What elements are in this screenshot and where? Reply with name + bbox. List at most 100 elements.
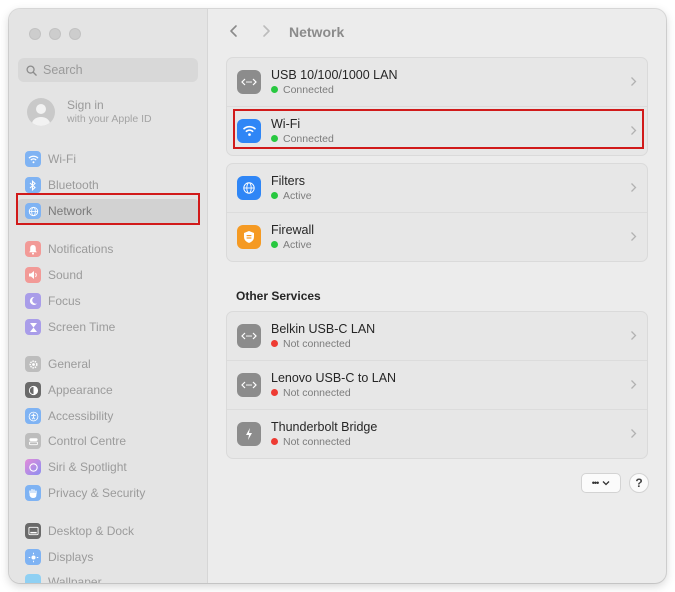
help-button[interactable]: ? — [629, 473, 649, 493]
wifi-icon — [25, 151, 41, 167]
sidebar-item-focus[interactable]: Focus — [17, 289, 199, 313]
service-status: Not connected — [283, 337, 351, 350]
appearance-icon — [25, 382, 41, 398]
sidebar-item-label: Displays — [48, 550, 94, 564]
service-status: Connected — [283, 132, 334, 145]
sidebar-item-bluetooth[interactable]: Bluetooth — [17, 173, 199, 197]
service-row-usb-lan[interactable]: USB 10/100/1000 LAN Connected — [227, 58, 647, 106]
sidebar-item-general[interactable]: General — [17, 352, 199, 376]
firewall-icon — [237, 225, 261, 249]
wifi-icon — [237, 119, 261, 143]
sidebar-item-appearance[interactable]: Appearance — [17, 378, 199, 402]
signin-subtitle: with your Apple ID — [67, 113, 152, 125]
firewall-row[interactable]: Firewall Active — [227, 212, 647, 261]
more-actions-button[interactable]: ••• — [581, 473, 621, 493]
filters-row[interactable]: Filters Active — [227, 164, 647, 212]
wallpaper-icon — [25, 574, 41, 583]
sidebar-item-desktop-dock[interactable]: Desktop & Dock — [17, 519, 199, 543]
chevron-right-icon — [631, 126, 637, 135]
filters-name: Filters — [271, 173, 306, 188]
control-centre-icon — [25, 433, 41, 449]
chevron-right-icon — [631, 183, 637, 192]
sidebar-item-screen-time[interactable]: Screen Time — [17, 315, 199, 339]
sidebar-item-label: Desktop & Dock — [48, 524, 135, 538]
status-dot-green — [271, 135, 278, 142]
bell-icon — [25, 241, 41, 257]
chevron-right-icon — [631, 429, 637, 438]
filters-icon — [237, 176, 261, 200]
page-title: Network — [289, 24, 345, 40]
zoom-button[interactable] — [69, 28, 81, 40]
status-dot-green — [271, 241, 278, 248]
sidebar-item-label: Bluetooth — [48, 178, 99, 192]
sidebar-item-wallpaper[interactable]: Wallpaper — [17, 570, 199, 583]
filters-status: Active — [283, 189, 312, 202]
sidebar-item-label: Network — [48, 204, 93, 218]
service-row-thunderbolt[interactable]: Thunderbolt Bridge Not connected — [227, 409, 647, 458]
sidebar-item-accessibility[interactable]: Accessibility — [17, 404, 199, 428]
main-content: Network USB 10/100/1000 LAN Connected Wi… — [208, 9, 666, 583]
signin-title: Sign in — [67, 98, 104, 112]
status-dot-green — [271, 86, 278, 93]
service-row-lenovo[interactable]: Lenovo USB-C to LAN Not connected — [227, 360, 647, 409]
ethernet-icon — [237, 373, 261, 397]
ethernet-icon — [237, 324, 261, 348]
sidebar-item-sound[interactable]: Sound — [17, 263, 199, 287]
thunderbolt-icon — [237, 422, 261, 446]
sidebar-item-wifi[interactable]: Wi-Fi — [17, 147, 199, 171]
moon-icon — [25, 293, 41, 309]
status-dot-red — [271, 340, 278, 347]
service-row-belkin[interactable]: Belkin USB-C LAN Not connected — [227, 312, 647, 360]
settings-window: Sign in with your Apple ID Wi-Fi Bluetoo… — [9, 9, 666, 583]
sidebar-item-label: Control Centre — [48, 434, 127, 448]
sidebar-item-label: Appearance — [48, 383, 113, 397]
search-icon — [26, 64, 37, 76]
gear-icon — [25, 356, 41, 372]
service-name: Belkin USB-C LAN — [271, 321, 376, 336]
chevron-right-icon — [631, 380, 637, 389]
sidebar-item-label: Privacy & Security — [48, 486, 146, 500]
sidebar-item-label: Wallpaper — [48, 575, 102, 583]
status-dot-red — [271, 438, 278, 445]
sidebar-item-label: Wi-Fi — [48, 152, 76, 166]
sidebar-item-label: Screen Time — [48, 320, 116, 334]
other-services-group: Belkin USB-C LAN Not connected Lenovo US… — [226, 311, 648, 459]
sidebar-item-displays[interactable]: Displays — [17, 545, 199, 569]
back-button[interactable] — [227, 23, 241, 39]
sidebar-item-privacy-security[interactable]: Privacy & Security — [17, 481, 199, 505]
accessibility-icon — [25, 408, 41, 424]
search-field[interactable] — [18, 58, 198, 82]
sidebar-item-notifications[interactable]: Notifications — [17, 237, 199, 261]
sidebar-item-siri-spotlight[interactable]: Siri & Spotlight — [17, 455, 199, 479]
sidebar: Sign in with your Apple ID Wi-Fi Bluetoo… — [9, 9, 208, 583]
hand-icon — [25, 485, 41, 501]
status-dot-red — [271, 389, 278, 396]
forward-button[interactable] — [259, 23, 273, 39]
close-button[interactable] — [29, 28, 41, 40]
sidebar-item-label: Accessibility — [48, 409, 114, 423]
chevron-down-icon — [602, 481, 610, 486]
service-name: Lenovo USB-C to LAN — [271, 370, 397, 385]
chevron-right-icon — [631, 331, 637, 340]
search-input[interactable] — [43, 63, 183, 77]
firewall-name: Firewall — [271, 222, 315, 237]
apple-id-signin[interactable]: Sign in with your Apple ID — [27, 98, 152, 126]
speaker-icon — [25, 267, 41, 283]
bluetooth-icon — [25, 177, 41, 193]
other-services-heading: Other Services — [236, 289, 321, 303]
service-name: Wi-Fi — [271, 116, 301, 131]
avatar — [27, 98, 55, 126]
dock-icon — [25, 523, 41, 539]
sun-icon — [25, 549, 41, 565]
minimize-button[interactable] — [49, 28, 61, 40]
chevron-right-icon — [631, 77, 637, 86]
status-dot-green — [271, 192, 278, 199]
service-row-wifi[interactable]: Wi-Fi Connected — [227, 106, 647, 155]
service-name: USB 10/100/1000 LAN — [271, 67, 398, 82]
service-status: Not connected — [283, 435, 351, 448]
sidebar-item-control-centre[interactable]: Control Centre — [17, 429, 199, 453]
sidebar-item-label: Sound — [48, 268, 83, 282]
more-label: ••• — [591, 478, 600, 488]
help-label: ? — [635, 476, 643, 490]
sidebar-item-network[interactable]: Network — [17, 199, 199, 223]
